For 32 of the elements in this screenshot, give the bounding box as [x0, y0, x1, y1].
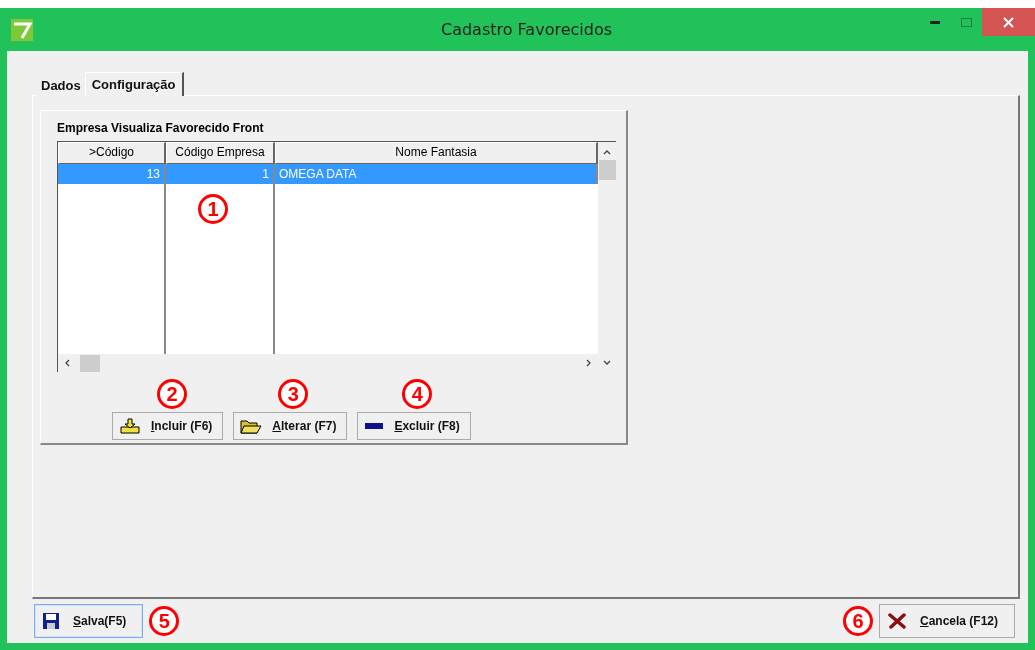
window-title: Cadastro Favorecidos — [439, 20, 613, 39]
tab[interactable]: Configuração — [84, 72, 184, 96]
close-icon — [1003, 16, 1014, 28]
app-logo-icon — [11, 18, 33, 41]
toolbar-button[interactable]: Excluir (F8) — [357, 412, 471, 440]
callout-number: 1 — [198, 194, 228, 224]
group-title: Empresa Visualiza Favorecido Front — [57, 121, 265, 135]
callout-number: 2 — [157, 379, 187, 409]
footer-button[interactable]: Cancela (F12) — [878, 604, 1015, 638]
footer-button[interactable]: Salva(F5) — [34, 604, 144, 638]
column-header[interactable]: Nome Fantasia — [275, 142, 598, 164]
toolbar-button[interactable]: Alterar (F7) — [233, 412, 348, 440]
scroll-left-icon[interactable] — [64, 359, 72, 367]
scroll-up-icon[interactable] — [603, 148, 611, 156]
minus-icon — [364, 422, 385, 430]
folder-icon — [240, 418, 263, 434]
tray-icon — [119, 418, 141, 434]
maximize-icon — [960, 17, 972, 27]
x-icon — [887, 613, 906, 629]
close-button[interactable] — [982, 8, 1035, 36]
callout-number: 6 — [842, 606, 873, 636]
callout-number: 5 — [149, 606, 180, 636]
toolbar-button[interactable]: Incluir (F6) — [112, 412, 224, 440]
scroll-thumb[interactable] — [80, 354, 100, 372]
callout-number: 4 — [402, 379, 433, 409]
callout-number: 3 — [278, 379, 309, 409]
minimize-icon — [930, 20, 940, 24]
scroll-down-icon[interactable] — [603, 359, 611, 367]
scroll-thumb[interactable] — [598, 160, 616, 180]
column-header[interactable]: Código Empresa — [166, 142, 275, 164]
column-header[interactable]: >Código — [58, 142, 166, 164]
scroll-right-icon[interactable] — [584, 359, 592, 367]
